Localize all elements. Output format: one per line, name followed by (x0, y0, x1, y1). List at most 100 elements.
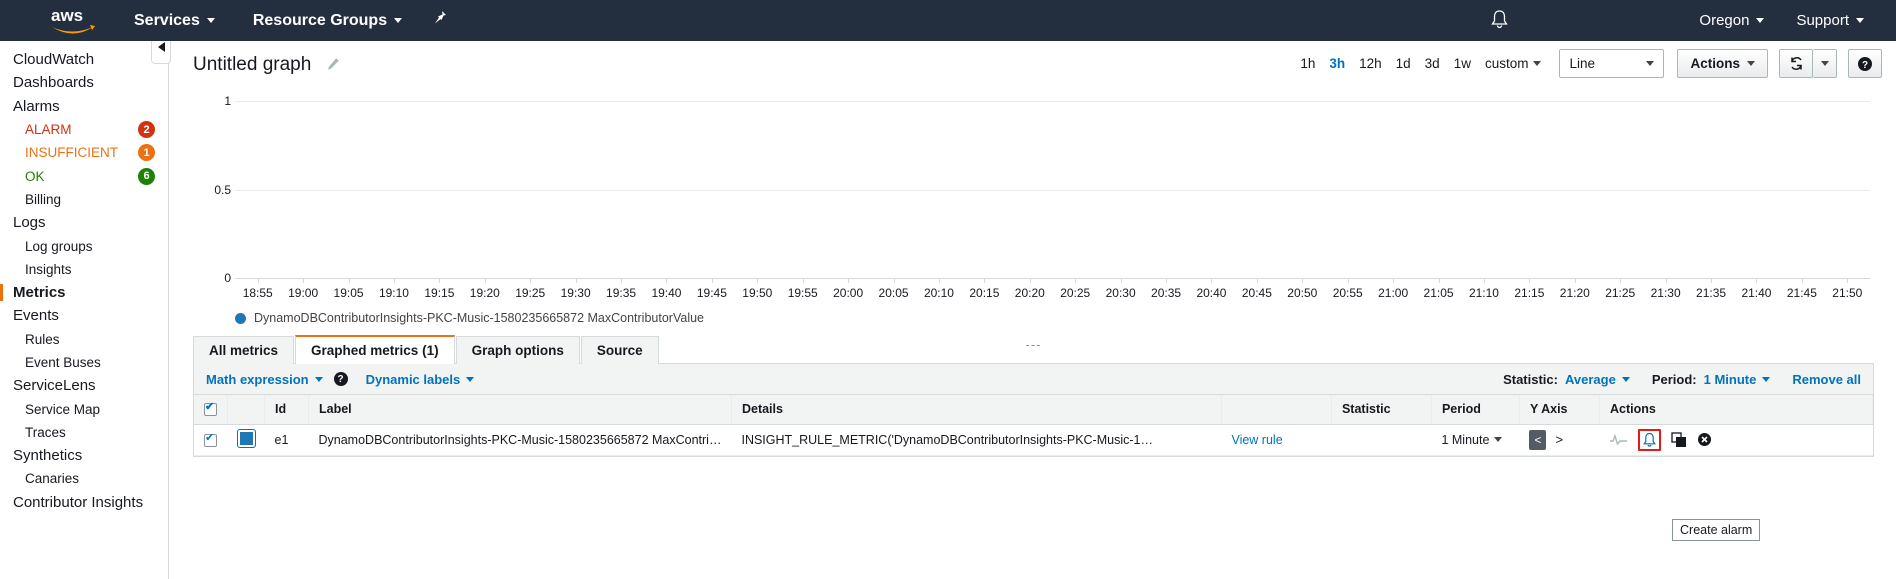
panel-toolbar-right: Statistic: Average Period: 1 Minute Remo… (1503, 372, 1861, 387)
header-y-axis[interactable]: Y Axis (1519, 395, 1600, 425)
sidebar-item-label: Logs (13, 214, 46, 232)
sidebar-item-events[interactable]: Events (0, 304, 168, 327)
header-details[interactable]: Details (731, 395, 1222, 425)
sidebar-item-service-map[interactable]: Service Map (0, 397, 168, 420)
time-range-3d[interactable]: 3d (1425, 56, 1440, 71)
chevron-down-icon (1747, 61, 1755, 66)
question-mark-icon[interactable]: ? (333, 372, 348, 386)
math-expression-menu[interactable]: Math expression (206, 372, 323, 387)
x-axis-tick-label: 19:10 (378, 286, 409, 300)
x-axis-tick-mark (348, 278, 350, 283)
sparkline-icon[interactable] (1609, 433, 1628, 447)
sidebar-item-metrics[interactable]: Metrics (0, 281, 168, 304)
header-label[interactable]: Label (308, 395, 732, 425)
sidebar-item-label: CloudWatch (13, 51, 95, 69)
table-row[interactable]: e1 DynamoDBContributorInsights-PKC-Music… (194, 424, 1873, 456)
sidebar-item-log-groups[interactable]: Log groups (0, 234, 168, 257)
sidebar-item-dashboards[interactable]: Dashboards (0, 71, 168, 94)
time-range-1h[interactable]: 1h (1300, 56, 1315, 71)
y-axis-left-button[interactable]: < (1529, 429, 1547, 450)
time-range-custom[interactable]: custom (1485, 56, 1542, 71)
sidebar-item-canaries[interactable]: Canaries (0, 467, 168, 490)
gridline (235, 278, 1870, 279)
sidebar-item-label: Rules (25, 331, 60, 347)
pencil-icon[interactable] (326, 57, 340, 74)
region-selector[interactable]: Oregon (1699, 12, 1765, 29)
math-expression-label: Math expression (206, 371, 309, 387)
row-label[interactable]: DynamoDBContributorInsights-PKC-Music-15… (308, 424, 732, 456)
support-menu[interactable]: Support (1796, 12, 1864, 29)
sidebar-item-contributor-insights[interactable]: Contributor Insights (0, 491, 168, 514)
row-statistic[interactable] (1331, 424, 1432, 456)
view-rule-link[interactable]: View rule (1231, 433, 1282, 447)
sidebar-item-alarm[interactable]: ALARM 2 (0, 118, 168, 141)
remove-all-button[interactable]: Remove all (1792, 372, 1861, 387)
sidebar-item-alarms[interactable]: Alarms (0, 95, 168, 118)
time-range-12h[interactable]: 12h (1359, 56, 1382, 71)
help-button[interactable]: ? (1848, 49, 1882, 78)
create-alarm-bell-icon[interactable] (1638, 428, 1662, 451)
period-select[interactable]: 1 Minute (1704, 372, 1771, 387)
actions-button[interactable]: Actions (1677, 49, 1768, 78)
duplicate-icon[interactable] (1671, 431, 1687, 448)
time-range-1d[interactable]: 1d (1396, 56, 1411, 71)
graph-type-select[interactable]: Line (1559, 49, 1665, 78)
row-checkbox[interactable] (204, 432, 217, 447)
sidebar-item-synthetics[interactable]: Synthetics (0, 444, 168, 467)
y-axis-right-button[interactable]: > (1555, 432, 1563, 447)
x-axis-tick-mark (1211, 278, 1213, 283)
series-color-swatch[interactable] (236, 428, 256, 448)
aws-logo[interactable]: aws (50, 6, 96, 35)
nav-services[interactable]: Services (134, 12, 215, 30)
sidebar-item-logs[interactable]: Logs (0, 211, 168, 234)
statistic-label: Statistic: (1503, 371, 1558, 387)
x-axis-tick-mark (1347, 278, 1349, 283)
tab-source[interactable]: Source (580, 336, 659, 364)
refresh-options-button[interactable] (1813, 49, 1837, 78)
select-all-checkbox[interactable] (204, 401, 217, 417)
header-period[interactable]: Period (1431, 395, 1520, 425)
x-axis-tick-mark (1075, 278, 1077, 283)
x-axis-tick-label: 19:25 (515, 286, 546, 300)
row-actions-cell (1599, 424, 1873, 456)
time-range-3h[interactable]: 3h (1329, 56, 1345, 71)
sidebar-item-event-buses[interactable]: Event Buses (0, 351, 168, 374)
sidebar-item-label: Dashboards (13, 74, 94, 92)
row-details[interactable]: INSIGHT_RULE_METRIC('DynamoDBContributor… (731, 424, 1222, 456)
sidebar-item-insufficient[interactable]: INSUFFICIENT 1 (0, 141, 168, 164)
x-axis-tick-label: 21:15 (1514, 286, 1545, 300)
header-actions[interactable]: Actions (1599, 395, 1874, 425)
tab-all-metrics[interactable]: All metrics (193, 336, 295, 364)
chart-plot-area[interactable] (235, 101, 1870, 283)
dynamic-labels-menu[interactable]: Dynamic labels (366, 372, 475, 387)
sidebar-item-rules[interactable]: Rules (0, 328, 168, 351)
sidebar-item-billing[interactable]: Billing (0, 188, 168, 211)
y-axis-tick-label: 0.5 (214, 182, 231, 197)
x-axis-tick-label: 19:55 (787, 286, 818, 300)
x-axis-tick-label: 21:20 (1559, 286, 1590, 300)
sidebar-item-insights[interactable]: Insights (0, 258, 168, 281)
pin-icon[interactable] (434, 10, 448, 32)
chevron-down-icon (206, 18, 215, 23)
sidebar-item-ok[interactable]: OK 6 (0, 164, 168, 187)
refresh-button[interactable] (1779, 49, 1813, 78)
sidebar-item-traces[interactable]: Traces (0, 421, 168, 444)
tab-graphed-metrics-1-[interactable]: Graphed metrics (1) (295, 335, 455, 364)
header-id[interactable]: Id (264, 395, 309, 425)
sidebar-item-servicelens[interactable]: ServiceLens (0, 374, 168, 397)
tab-graph-options[interactable]: Graph options (455, 336, 580, 364)
sidebar-list: CloudWatch Dashboards Alarms ALARM 2 INSUFFIC… (0, 48, 168, 514)
chevron-down-icon (1646, 61, 1655, 66)
sidebar-item-label: Billing (25, 191, 62, 207)
sidebar-item-cloudwatch[interactable]: CloudWatch (0, 48, 168, 71)
remove-icon[interactable] (1697, 432, 1712, 447)
header-statistic[interactable]: Statistic (1331, 395, 1432, 425)
chevron-down-icon (314, 376, 323, 382)
nav-resource-groups[interactable]: Resource Groups (253, 12, 403, 30)
notifications-bell-icon[interactable] (1490, 9, 1509, 33)
table-header-row: Id Label Details Statistic Period Y Axis… (194, 395, 1874, 425)
statistic-select[interactable]: Average (1565, 372, 1630, 387)
legend-series-label[interactable]: DynamoDBContributorInsights-PKC-Music-15… (254, 311, 704, 325)
time-range-1w[interactable]: 1w (1454, 56, 1471, 71)
row-period-select[interactable]: 1 Minute (1441, 433, 1509, 447)
